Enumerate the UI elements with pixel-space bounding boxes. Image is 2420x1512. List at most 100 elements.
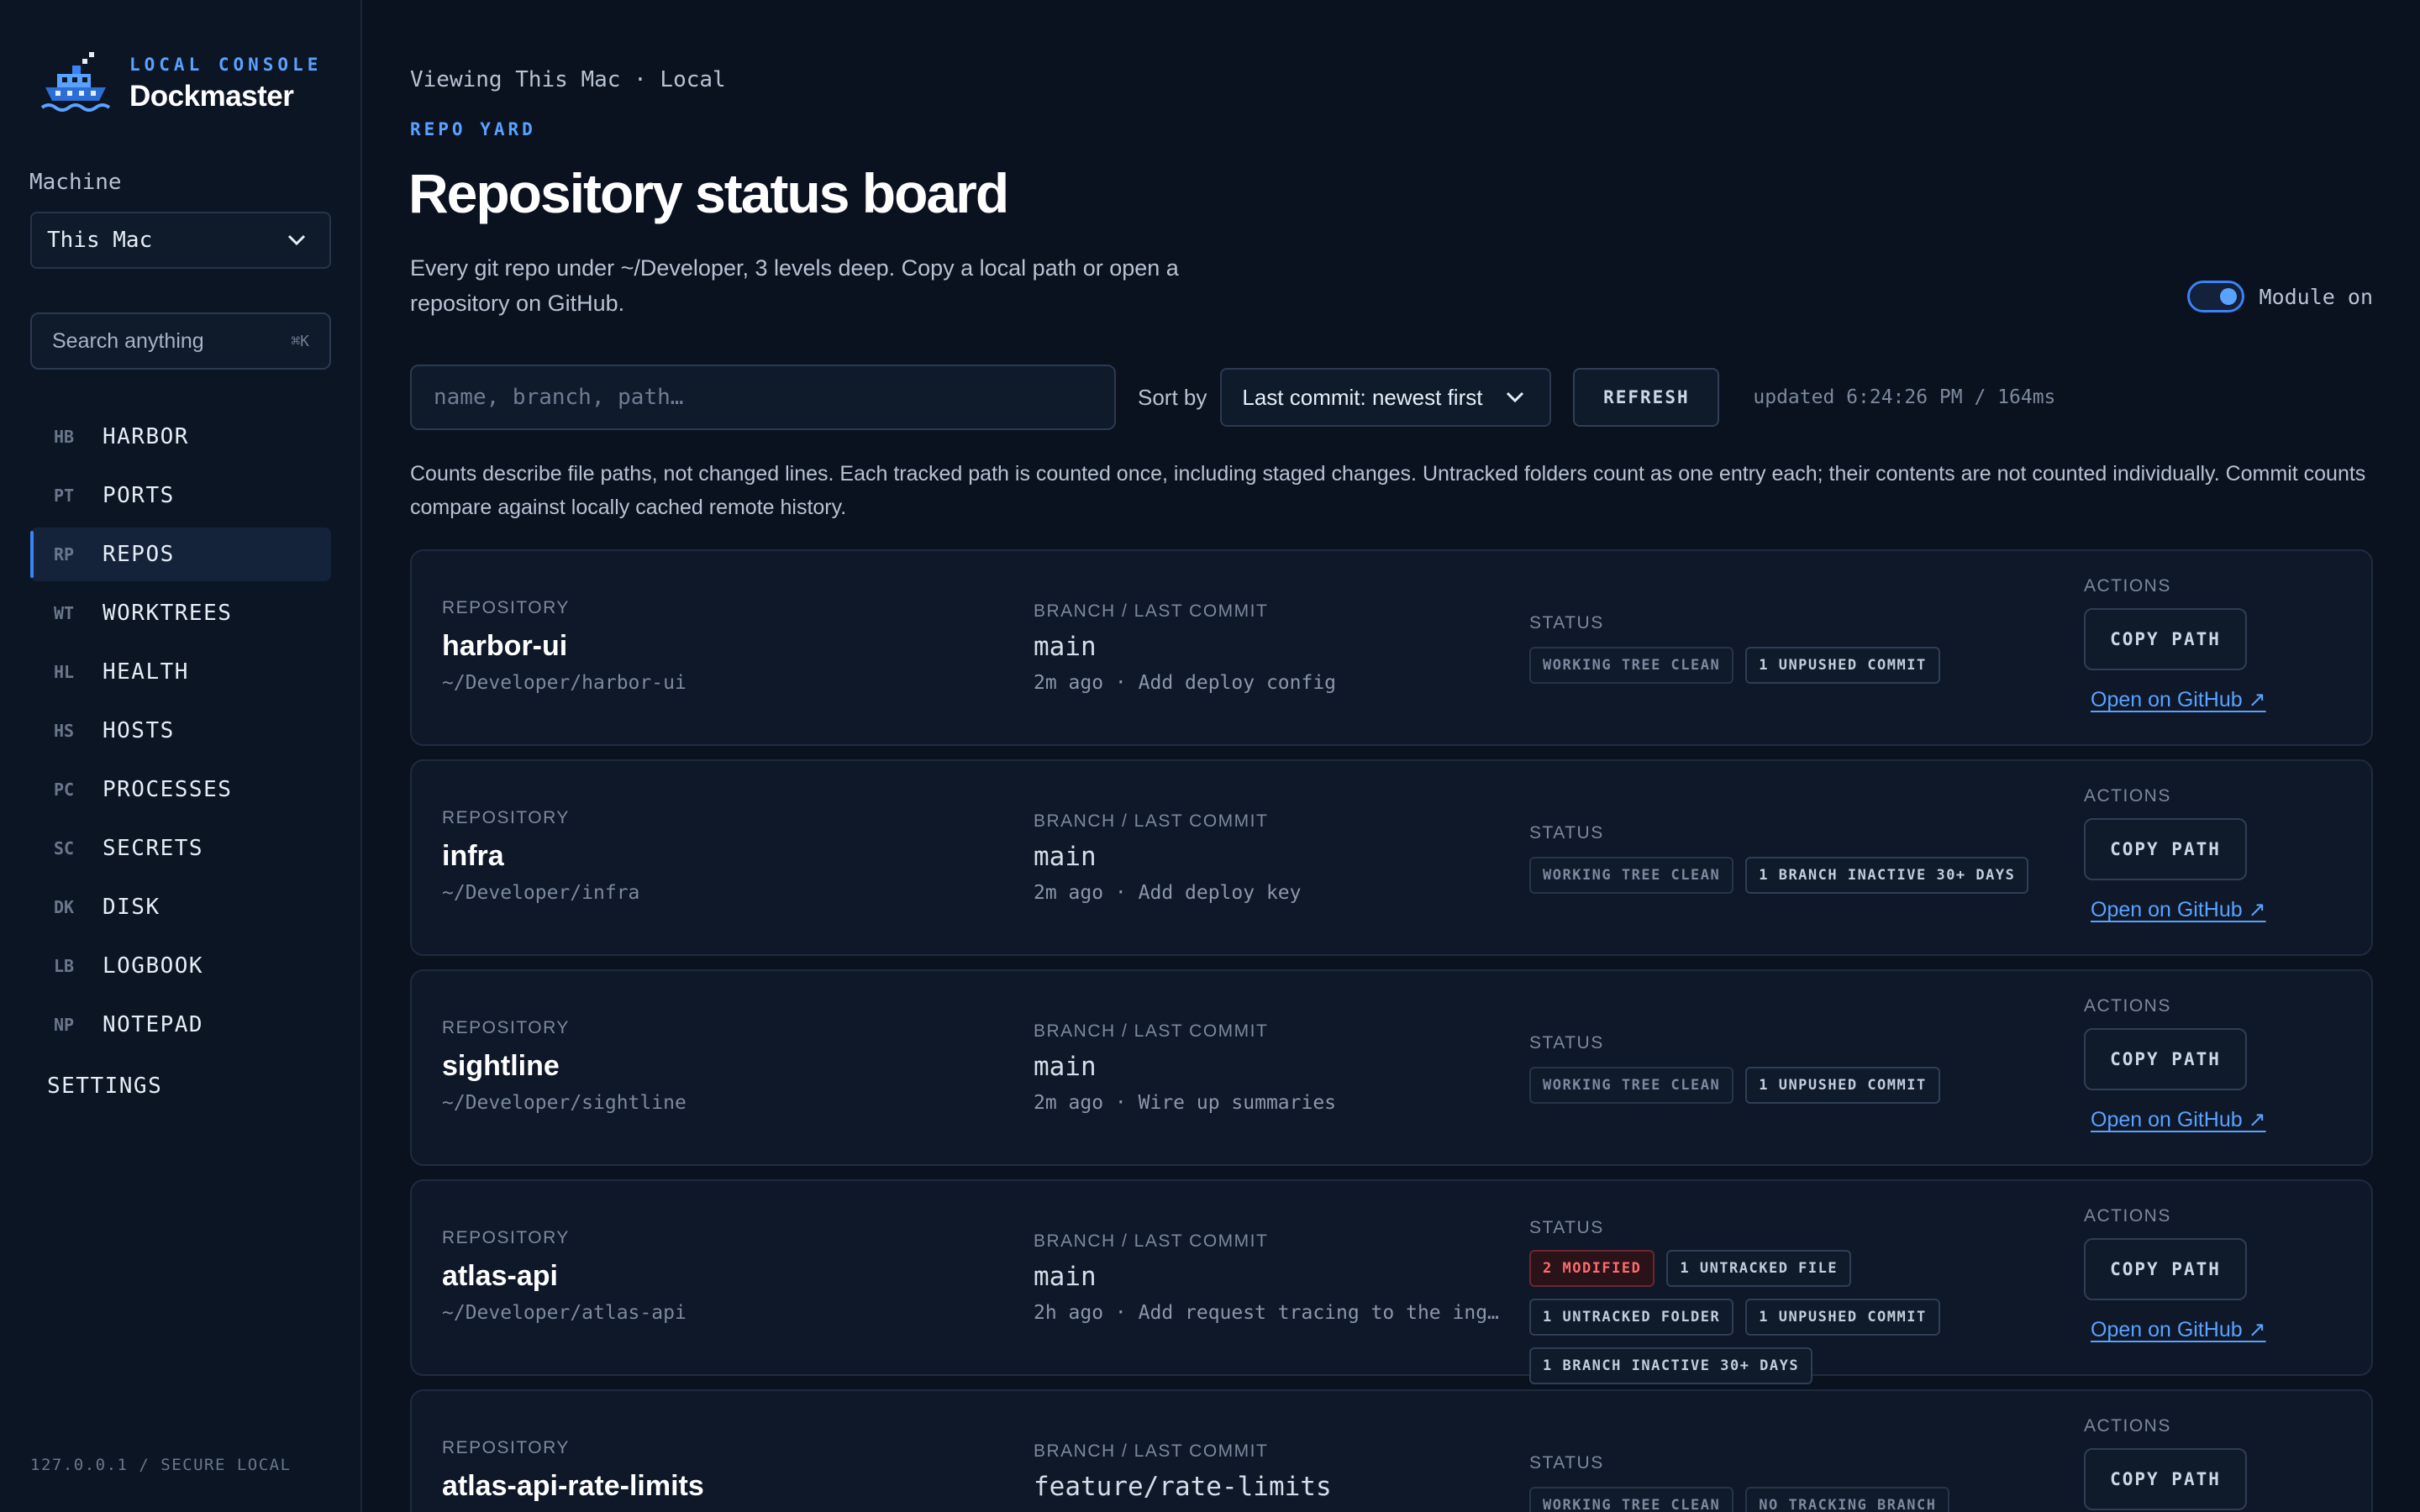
sidebar-item-label: DISK — [103, 895, 160, 920]
repository-column-label: REPOSITORY — [442, 808, 570, 827]
repo-branch: main — [1034, 842, 1097, 872]
copy-path-button[interactable]: COPY PATH — [2084, 1028, 2247, 1090]
status-badge: 1 BRANCH INACTIVE 30+ DAYS — [1745, 857, 2029, 894]
sort-select[interactable]: Last commit: newest first — [1220, 368, 1552, 427]
machine-select[interactable]: This Mac — [30, 212, 331, 269]
sidebar: LOCAL CONSOLE Dockmaster Machine This Ma… — [0, 0, 362, 1512]
sidebar-item-secrets[interactable]: SC SECRETS — [30, 822, 331, 875]
tugboat-logo-icon — [40, 52, 111, 112]
repo-card: REPOSITORY sightline ~/Developer/sightline… — [410, 969, 2373, 1166]
sidebar-item-code: SC — [54, 838, 75, 858]
status-badge: WORKING TREE CLEAN — [1529, 1067, 1734, 1104]
refresh-button[interactable]: REFRESH — [1573, 368, 1720, 427]
sidebar-item-label: NOTEPAD — [103, 1012, 204, 1037]
repo-name[interactable]: atlas-api-rate-limits — [442, 1470, 704, 1503]
sidebar-item-label: LOGBOOK — [103, 953, 204, 979]
status-column-label: STATUS — [1529, 823, 1604, 843]
status-badge: WORKING TREE CLEAN — [1529, 1487, 1734, 1512]
status-badge: 1 UNPUSHED COMMIT — [1745, 1067, 1940, 1104]
sidebar-item-code: WT — [54, 603, 75, 623]
open-on-github-link[interactable]: Open on GitHub ↗ — [2091, 1317, 2266, 1342]
repo-path: ~/Developer/atlas-api — [442, 1302, 687, 1324]
sidebar-item-code: PC — [54, 780, 75, 800]
status-badge: 1 BRANCH INACTIVE 30+ DAYS — [1529, 1347, 1813, 1384]
status-badge: 1 UNPUSHED COMMIT — [1745, 647, 1940, 684]
sidebar-item-harbor[interactable]: HB HARBOR — [30, 410, 331, 464]
sidebar-item-notepad[interactable]: NP NOTEPAD — [30, 998, 331, 1052]
status-badges: 2 MODIFIED 1 UNTRACKED FILE 1 UNTRACKED FO… — [1529, 1250, 2050, 1384]
copy-path-button[interactable]: COPY PATH — [2084, 608, 2247, 670]
sidebar-item-ports[interactable]: PT PORTS — [30, 469, 331, 522]
sidebar-item-label: SECRETS — [103, 836, 204, 861]
copy-path-button[interactable]: COPY PATH — [2084, 1238, 2247, 1300]
sidebar-item-worktrees[interactable]: WT WORKTREES — [30, 586, 331, 640]
repo-name[interactable]: sightline — [442, 1050, 560, 1083]
status-column-label: STATUS — [1529, 613, 1604, 633]
sidebar-item-code: RP — [54, 544, 75, 564]
chevron-down-icon — [1507, 391, 1524, 403]
status-badges: WORKING TREE CLEAN 1 BRANCH INACTIVE 30+ … — [1529, 857, 2050, 894]
repo-name[interactable]: harbor-ui — [442, 630, 567, 663]
repo-branch: main — [1034, 632, 1097, 662]
status-badges: WORKING TREE CLEAN 1 UNPUSHED COMMIT — [1529, 1067, 2050, 1104]
actions-column-label: ACTIONS — [2084, 576, 2171, 596]
sidebar-item-health[interactable]: HL HEALTH — [30, 645, 331, 699]
status-badge: 1 UNTRACKED FOLDER — [1529, 1299, 1734, 1336]
chevron-down-icon — [287, 234, 306, 246]
repo-branch: main — [1034, 1262, 1097, 1292]
repo-path: ~/Developer/sightline — [442, 1092, 687, 1114]
sidebar-nav: HB HARBOR PT PORTS RP REPOS WT WORKTREES HL HEALT… — [30, 410, 331, 1057]
branch-column-label: BRANCH / LAST COMMIT — [1034, 1021, 1269, 1041]
repo-last-commit: 2m ago · Add deploy key — [1034, 882, 1302, 904]
sidebar-item-label: WORKTREES — [103, 601, 233, 626]
actions-column-label: ACTIONS — [2084, 786, 2171, 806]
repo-branch: feature/rate-limits — [1034, 1472, 1332, 1502]
sidebar-item-settings[interactable]: SETTINGS — [47, 1074, 162, 1099]
repo-filter-input[interactable] — [410, 365, 1116, 430]
repo-card: REPOSITORY atlas-api-rate-limits BRANCH / … — [410, 1389, 2373, 1512]
actions-column-label: ACTIONS — [2084, 1416, 2171, 1436]
module-toggle-switch[interactable] — [2186, 281, 2244, 312]
open-on-github-link[interactable]: Open on GitHub ↗ — [2091, 897, 2266, 922]
sidebar-item-hosts[interactable]: HS HOSTS — [30, 704, 331, 758]
open-on-github-link[interactable]: Open on GitHub ↗ — [2091, 687, 2266, 712]
status-column-label: STATUS — [1529, 1033, 1604, 1053]
repo-name[interactable]: atlas-api — [442, 1260, 558, 1293]
status-column-label: STATUS — [1529, 1218, 1604, 1237]
sidebar-item-code: HL — [54, 662, 75, 682]
brand-eyebrow: LOCAL CONSOLE — [129, 55, 323, 75]
sidebar-item-label: HEALTH — [103, 659, 189, 685]
copy-path-button[interactable]: COPY PATH — [2084, 1448, 2247, 1510]
repo-card: REPOSITORY atlas-api ~/Developer/atlas-api… — [410, 1179, 2373, 1384]
open-on-github-link[interactable]: Open on GitHub ↗ — [2091, 1107, 2266, 1132]
toggle-knob — [2219, 288, 2237, 305]
status-column-label: STATUS — [1529, 1453, 1604, 1473]
branch-column-label: BRANCH / LAST COMMIT — [1034, 1441, 1269, 1461]
repo-path: ~/Developer/harbor-ui — [442, 672, 687, 694]
sidebar-item-label: REPOS — [103, 542, 175, 567]
sidebar-item-code: LB — [54, 956, 75, 976]
sidebar-search[interactable]: Search anything ⌘K — [30, 312, 331, 370]
repo-name[interactable]: infra — [442, 840, 504, 873]
status-badge: 2 MODIFIED — [1529, 1250, 1655, 1287]
module-toggle[interactable]: Module on — [2186, 281, 2373, 312]
branch-column-label: BRANCH / LAST COMMIT — [1034, 601, 1269, 621]
repo-path: ~/Developer/infra — [442, 882, 640, 904]
page-title: Repository status board — [408, 162, 1009, 224]
repo-last-commit: 2m ago · Add deploy config — [1034, 672, 1337, 694]
updated-timestamp: updated 6:24:26 PM / 164ms — [1753, 386, 2056, 408]
search-shortcut: ⌘K — [291, 332, 309, 350]
sidebar-item-logbook[interactable]: LB LOGBOOK — [30, 939, 331, 993]
main-content: Viewing This Mac · Local REPO YARD Repos… — [363, 0, 2420, 1512]
repo-last-commit: 2m ago · Wire up summaries — [1034, 1092, 1337, 1114]
sidebar-item-code: NP — [54, 1015, 75, 1035]
sidebar-item-processes[interactable]: PC PROCESSES — [30, 763, 331, 816]
sort-select-value: Last commit: newest first — [1242, 384, 1483, 410]
page-subtitle: Every git repo under ~/Developer, 3 leve… — [410, 255, 1179, 316]
sidebar-item-disk[interactable]: DK DISK — [30, 880, 331, 934]
copy-path-button[interactable]: COPY PATH — [2084, 818, 2247, 880]
sidebar-item-code: PT — [54, 486, 75, 506]
sidebar-item-repos[interactable]: RP REPOS — [30, 528, 331, 581]
sidebar-item-label: HARBOR — [103, 424, 189, 449]
sort-label: Sort by — [1138, 384, 1207, 410]
